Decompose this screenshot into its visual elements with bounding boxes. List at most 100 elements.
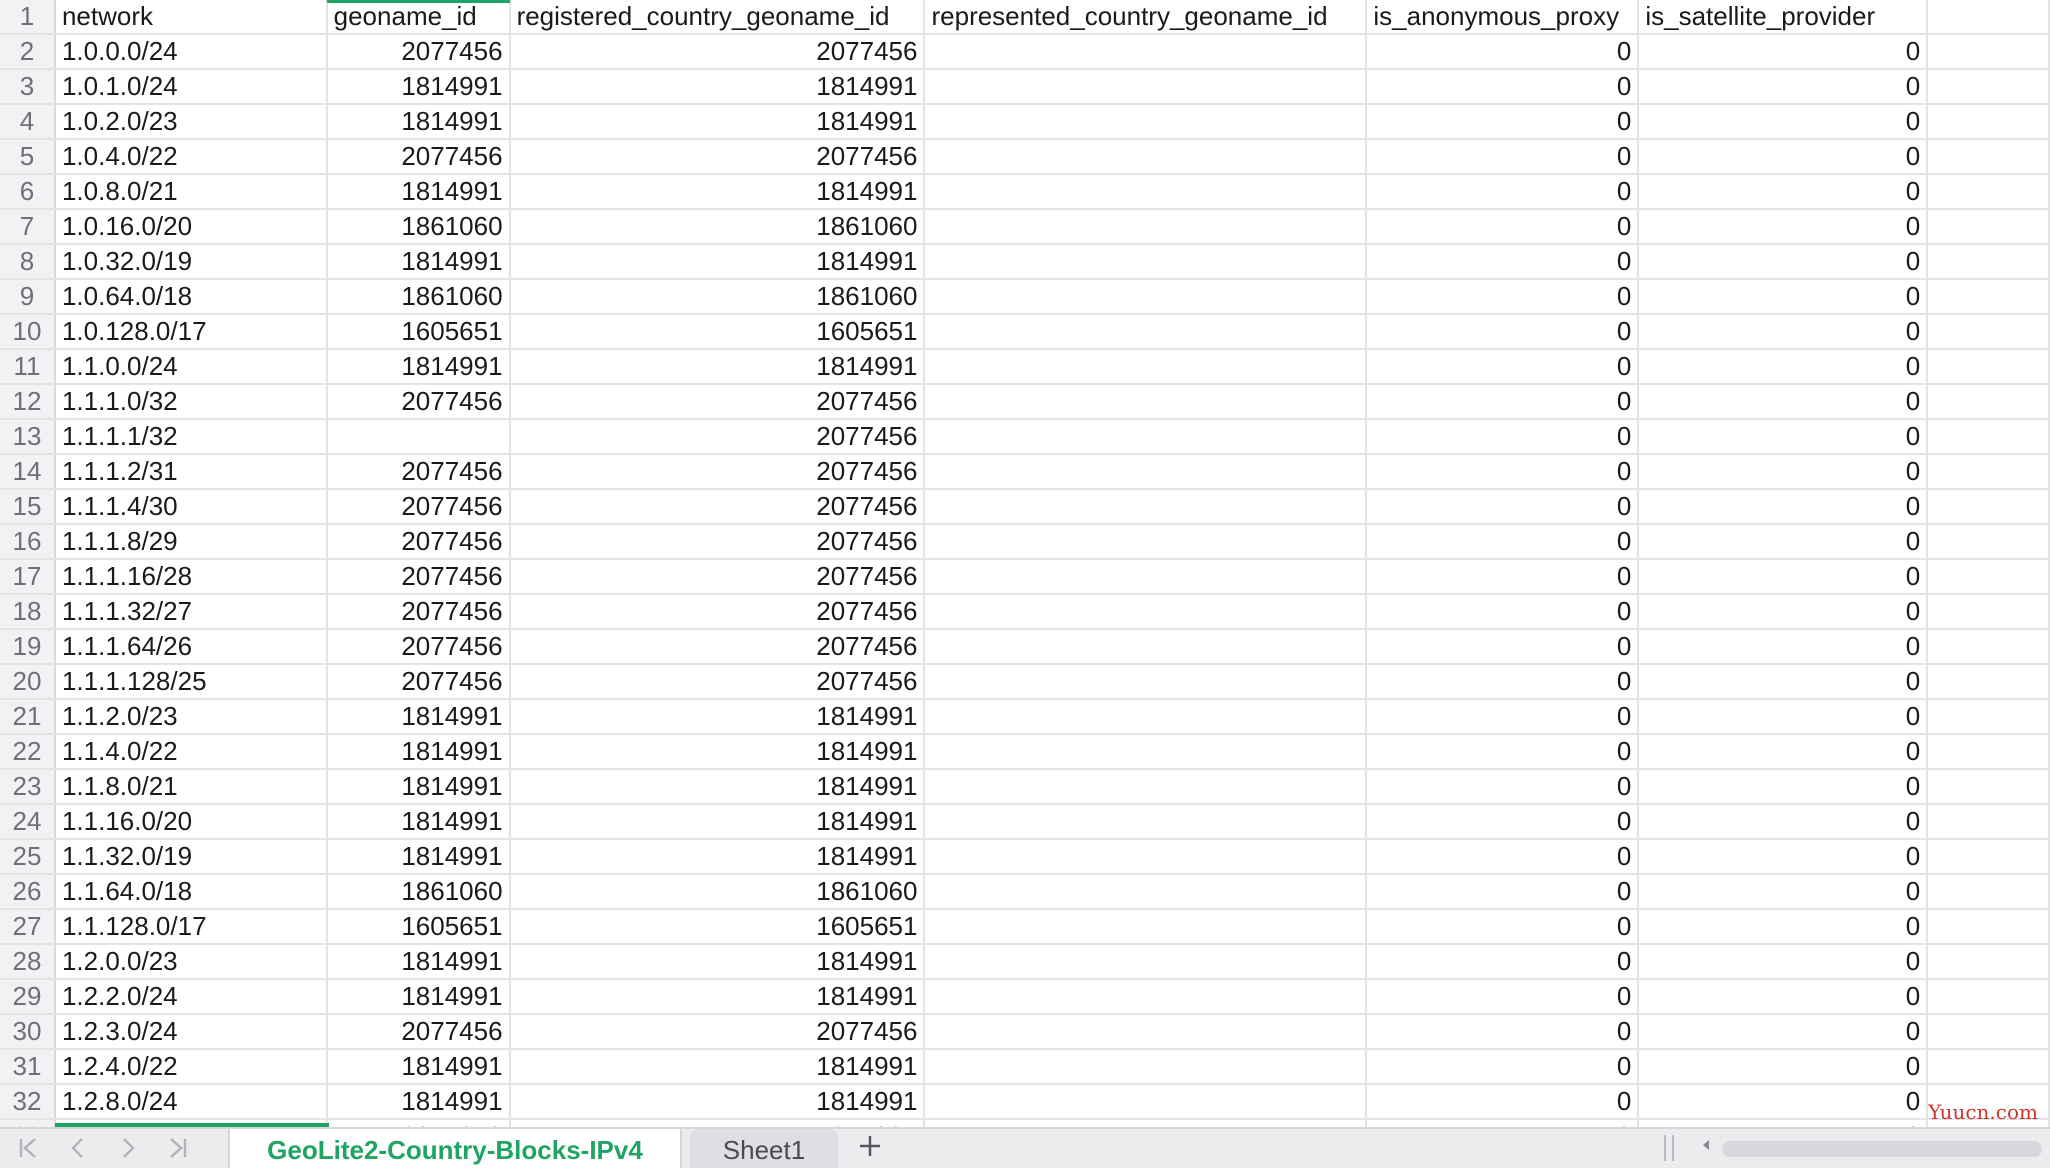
- cell-geoname-id[interactable]: 2017370: [326, 1119, 511, 1127]
- cell-network[interactable]: 1.1.1.0/32: [54, 384, 328, 420]
- cell-geoname-id[interactable]: 2077456: [326, 454, 511, 490]
- cell-empty[interactable]: [1927, 139, 2050, 175]
- cell-network[interactable]: 1.2.2.0/24: [54, 979, 328, 1015]
- row-number[interactable]: 11: [0, 349, 56, 385]
- row-number[interactable]: 12: [0, 384, 56, 420]
- cell-satellite-provider[interactable]: 0: [1638, 559, 1929, 595]
- row-number[interactable]: 16: [0, 524, 56, 560]
- cell-anonymous-proxy[interactable]: 0: [1366, 1119, 1640, 1127]
- cell-registered-country[interactable]: 2077456: [509, 419, 926, 455]
- cell-represented-country[interactable]: [924, 1119, 1368, 1127]
- cell-satellite-provider[interactable]: 0: [1638, 244, 1929, 280]
- cell-registered-country[interactable]: 2077456: [509, 629, 926, 665]
- cell-empty[interactable]: [1927, 349, 2050, 385]
- cell-anonymous-proxy[interactable]: 0: [1366, 559, 1640, 595]
- cell-network[interactable]: 1.0.32.0/19: [54, 244, 328, 280]
- cell-registered-country[interactable]: 1814991: [509, 699, 926, 735]
- cell-empty[interactable]: [1927, 804, 2050, 840]
- cell-registered-country[interactable]: 1814991: [509, 1119, 926, 1127]
- cell-empty[interactable]: [1927, 314, 2050, 350]
- row-number[interactable]: 27: [0, 909, 56, 945]
- cell-anonymous-proxy[interactable]: 0: [1366, 209, 1640, 245]
- cell-network[interactable]: 1.0.16.0/20: [54, 209, 328, 245]
- tab-scroll-splitter[interactable]: [1664, 1135, 1674, 1161]
- cell-represented-country[interactable]: [924, 384, 1368, 420]
- cell-network[interactable]: 1.1.0.0/24: [54, 349, 328, 385]
- row-number[interactable]: 5: [0, 139, 56, 175]
- header-cell-empty[interactable]: [1927, 0, 2050, 35]
- cell-geoname-id[interactable]: 1814991: [326, 1084, 511, 1120]
- row-number[interactable]: 30: [0, 1014, 56, 1050]
- cell-represented-country[interactable]: [924, 734, 1368, 770]
- cell-geoname-id[interactable]: 2077456: [326, 664, 511, 700]
- cell-geoname-id[interactable]: 1861060: [326, 279, 511, 315]
- tab-geolite2-country-blocks[interactable]: GeoLite2-Country-Blocks-IPv4: [228, 1129, 682, 1168]
- row-number[interactable]: 33: [0, 1119, 56, 1127]
- cell-geoname-id[interactable]: 2077456: [326, 489, 511, 525]
- cell-empty[interactable]: [1927, 524, 2050, 560]
- cell-represented-country[interactable]: [924, 699, 1368, 735]
- cell-registered-country[interactable]: 1814991: [509, 979, 926, 1015]
- cell-anonymous-proxy[interactable]: 0: [1366, 629, 1640, 665]
- cell-anonymous-proxy[interactable]: 0: [1366, 664, 1640, 700]
- row-number[interactable]: 22: [0, 734, 56, 770]
- cell-network[interactable]: 1.1.1.32/27: [54, 594, 328, 630]
- cell-anonymous-proxy[interactable]: 0: [1366, 384, 1640, 420]
- cell-geoname-id[interactable]: 2077456: [326, 384, 511, 420]
- cell-represented-country[interactable]: [924, 454, 1368, 490]
- cell-geoname-id[interactable]: 1861060: [326, 209, 511, 245]
- cell-geoname-id[interactable]: 1814991: [326, 104, 511, 140]
- cell-represented-country[interactable]: [924, 209, 1368, 245]
- cell-empty[interactable]: [1927, 419, 2050, 455]
- cell-satellite-provider[interactable]: 0: [1638, 279, 1929, 315]
- cell-anonymous-proxy[interactable]: 0: [1366, 769, 1640, 805]
- row-number[interactable]: 21: [0, 699, 56, 735]
- cell-network[interactable]: 1.0.128.0/17: [54, 314, 328, 350]
- cell-represented-country[interactable]: [924, 34, 1368, 70]
- cell-registered-country[interactable]: 1814991: [509, 69, 926, 105]
- cell-satellite-provider[interactable]: 0: [1638, 629, 1929, 665]
- last-sheet-icon[interactable]: [158, 1133, 198, 1165]
- cell-anonymous-proxy[interactable]: 0: [1366, 944, 1640, 980]
- header-cell-registered-country[interactable]: registered_country_geoname_id: [509, 0, 926, 35]
- cell-registered-country[interactable]: 1861060: [509, 279, 926, 315]
- cell-represented-country[interactable]: [924, 1049, 1368, 1085]
- cell-anonymous-proxy[interactable]: 0: [1366, 174, 1640, 210]
- next-sheet-icon[interactable]: [108, 1133, 148, 1165]
- cell-registered-country[interactable]: 2077456: [509, 1014, 926, 1050]
- cell-network[interactable]: 1.1.2.0/23: [54, 699, 328, 735]
- cell-empty[interactable]: [1927, 209, 2050, 245]
- cell-satellite-provider[interactable]: 0: [1638, 104, 1929, 140]
- row-number[interactable]: 1: [0, 0, 56, 35]
- cell-anonymous-proxy[interactable]: 0: [1366, 909, 1640, 945]
- cell-network[interactable]: 1.1.8.0/21: [54, 769, 328, 805]
- cell-geoname-id[interactable]: 2077456: [326, 1014, 511, 1050]
- row-number[interactable]: 25: [0, 839, 56, 875]
- cell-network[interactable]: 1.1.1.2/31: [54, 454, 328, 490]
- cell-registered-country[interactable]: 1861060: [509, 209, 926, 245]
- cell-represented-country[interactable]: [924, 139, 1368, 175]
- cell-represented-country[interactable]: [924, 349, 1368, 385]
- cell-registered-country[interactable]: 2077456: [509, 34, 926, 70]
- cell-satellite-provider[interactable]: 0: [1638, 174, 1929, 210]
- cell-anonymous-proxy[interactable]: 0: [1366, 1014, 1640, 1050]
- cell-network[interactable]: 1.0.1.0/24: [54, 69, 328, 105]
- row-number[interactable]: 8: [0, 244, 56, 280]
- row-number[interactable]: 2: [0, 34, 56, 70]
- scroll-left-icon[interactable]: [1694, 1133, 1718, 1163]
- cell-geoname-id[interactable]: 1814991: [326, 699, 511, 735]
- cell-network[interactable]: 1.1.16.0/20: [54, 804, 328, 840]
- cell-empty[interactable]: [1927, 944, 2050, 980]
- cell-geoname-id[interactable]: 1814991: [326, 1049, 511, 1085]
- cell-network[interactable]: 1.1.1.4/30: [54, 489, 328, 525]
- cell-satellite-provider[interactable]: 0: [1638, 664, 1929, 700]
- cell-anonymous-proxy[interactable]: 0: [1366, 839, 1640, 875]
- cell-registered-country[interactable]: 1814991: [509, 1084, 926, 1120]
- cell-represented-country[interactable]: [924, 1014, 1368, 1050]
- cell-satellite-provider[interactable]: 0: [1638, 489, 1929, 525]
- cell-geoname-id[interactable]: 2077456: [326, 34, 511, 70]
- cell-registered-country[interactable]: 2077456: [509, 489, 926, 525]
- header-cell-represented-country[interactable]: represented_country_geoname_id: [924, 0, 1368, 35]
- cell-registered-country[interactable]: 1814991: [509, 839, 926, 875]
- row-number[interactable]: 7: [0, 209, 56, 245]
